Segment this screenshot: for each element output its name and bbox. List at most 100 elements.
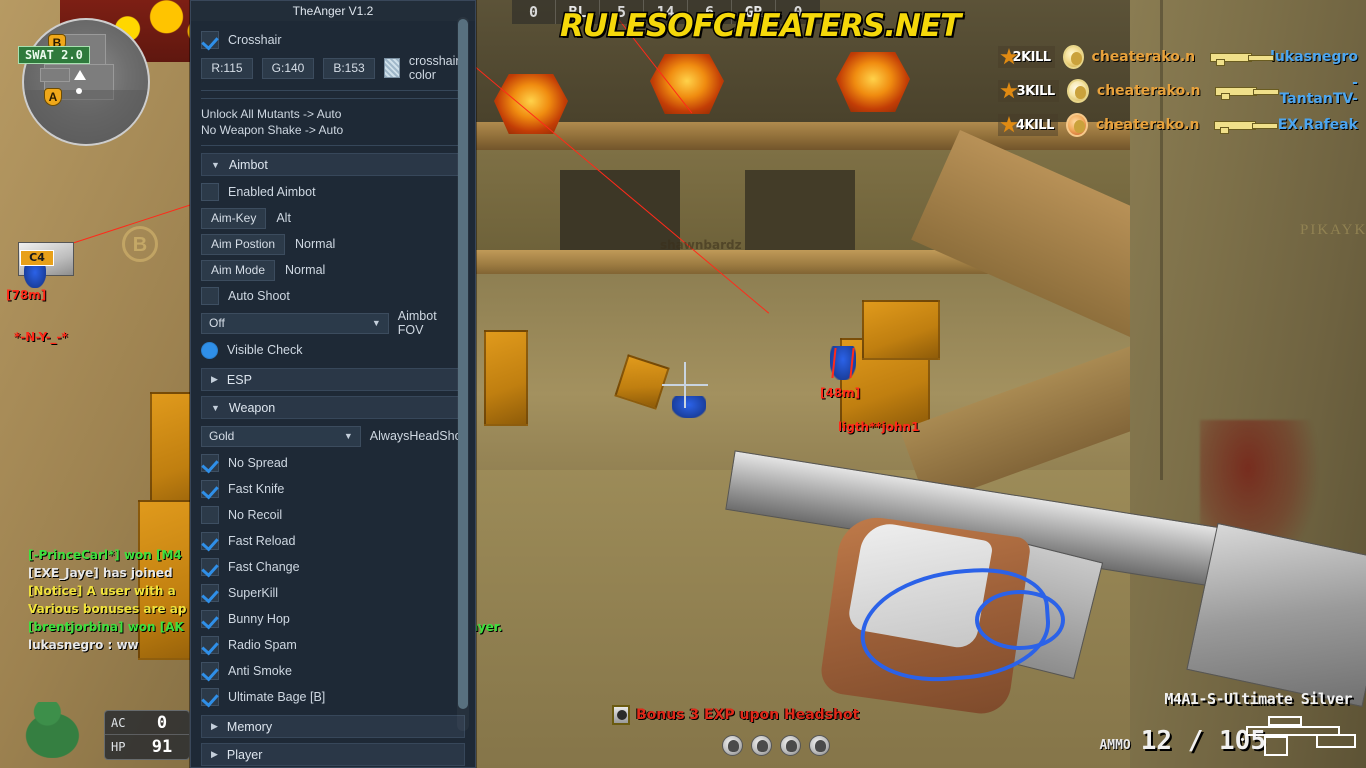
option-row-visible-check[interactable]: Visible Check <box>201 337 465 363</box>
player-class-avatar <box>14 700 102 766</box>
killfeed-row: 2KILL cheaterako.n lukasnegro <box>998 44 1358 70</box>
killfeed-killer: cheaterako.n <box>1095 117 1200 133</box>
dropdown-gold[interactable]: Gold ▼ <box>201 425 361 447</box>
minimap-objective-dot <box>76 88 82 94</box>
option-row-radio-spam[interactable]: Radio Spam <box>201 632 465 658</box>
option-row-aim-postion[interactable]: Aim Postion Normal <box>201 231 465 257</box>
button-aim-mode[interactable]: Aim Mode <box>201 259 276 281</box>
checkbox-ultimate-bage-b[interactable] <box>201 688 219 706</box>
option-label: No Spread <box>228 456 288 470</box>
section-title: Weapon <box>228 400 276 415</box>
armor-value: 0 <box>156 712 168 733</box>
cheat-menu-title: TheAnger V1.2 <box>292 4 374 18</box>
kill-skull-indicators <box>722 735 830 756</box>
killfeed-row: 3KILL cheaterako.n -TantanTV- <box>998 75 1358 107</box>
option-row-aimbot-fov[interactable]: Off ▼ Aimbot FOV <box>201 309 465 337</box>
option-label: Fast Reload <box>228 534 296 548</box>
option-row-fast-change[interactable]: Fast Change <box>201 554 465 580</box>
checkbox-no-recoil[interactable] <box>201 506 219 524</box>
section-header-memory[interactable]: ▶ Memory <box>201 715 465 738</box>
section-header-player[interactable]: ▶ Player <box>201 743 465 766</box>
option-label: Fast Change <box>228 560 300 574</box>
checkbox-superkill[interactable] <box>201 584 219 602</box>
crosshair-blue-button[interactable]: B:153 <box>323 57 375 79</box>
option-row-aim-key[interactable]: Aim-Key Alt <box>201 205 465 231</box>
checkbox-no-spread[interactable] <box>201 454 219 472</box>
star-icon <box>1000 82 1018 99</box>
checkbox-radio-spam[interactable] <box>201 636 219 654</box>
static-option-line: Unlock All Mutants -> Auto <box>201 107 342 121</box>
checkbox-fast-knife[interactable] <box>201 480 219 498</box>
crosshair-checkbox[interactable] <box>201 31 219 49</box>
checkbox-auto-shoot[interactable] <box>201 287 219 305</box>
crosshair-toggle-row[interactable]: Crosshair <box>201 27 465 53</box>
checkbox-fast-reload[interactable] <box>201 532 219 550</box>
option-row-fast-reload[interactable]: Fast Reload <box>201 528 465 554</box>
chevron-right-icon: ▶ <box>211 721 218 731</box>
option-row-alwaysheadshot[interactable]: Gold ▼ AlwaysHeadShot <box>201 422 465 450</box>
crosshair-color-swatch[interactable] <box>384 58 400 78</box>
section-header-esp[interactable]: ▶ ESP <box>201 368 465 391</box>
option-value: Alt <box>276 211 291 225</box>
site-watermark: RULESOFCHEATERS.NET <box>559 7 963 46</box>
checkbox-enabled-aimbot[interactable] <box>201 183 219 201</box>
health-label: HP <box>111 740 126 754</box>
minimap-player-arrow <box>74 70 86 80</box>
option-label: Auto Shoot <box>228 289 290 303</box>
killfeed-victim: EX.Rafeak <box>1277 117 1358 133</box>
section-header-aimbot[interactable]: ▼ Aimbot <box>201 153 465 176</box>
cheat-menu-window[interactable]: TheAnger V1.2 Crosshair R:115 G:140 B:15… <box>190 0 476 768</box>
option-row-auto-shoot[interactable]: Auto Shoot <box>201 283 465 309</box>
checkbox-anti-smoke[interactable] <box>201 662 219 680</box>
killstreak-label: 4KILL <box>1015 117 1055 133</box>
esp-distance-c4: [78m] <box>6 288 47 302</box>
checkbox-bunny-hop[interactable] <box>201 610 219 628</box>
option-row-superkill[interactable]: SuperKill <box>201 580 465 606</box>
option-row-no-recoil[interactable]: No Recoil <box>201 502 465 528</box>
crosshair-color-row[interactable]: R:115 G:140 B:153 crosshair color <box>201 53 465 83</box>
killfeed-killer: cheaterako.n <box>1096 83 1201 99</box>
checkbox-fast-change[interactable] <box>201 558 219 576</box>
dropdown-value: Off <box>209 316 225 330</box>
option-row-aim-mode[interactable]: Aim Mode Normal <box>201 257 465 283</box>
cheat-menu-scrollbar[interactable] <box>457 17 469 731</box>
esp-player-name-ny: *-N-Y-_-* <box>14 330 68 344</box>
option-row-enabled-aimbot[interactable]: Enabled Aimbot <box>201 179 465 205</box>
crosshair-red-button[interactable]: R:115 <box>201 57 253 79</box>
scene-lantern <box>836 52 910 112</box>
killstreak-label: 3KILL <box>1016 83 1056 99</box>
killfeed-row: 4KILL cheaterako.n EX.Rafeak <box>998 112 1358 138</box>
option-row-fast-knife[interactable]: Fast Knife <box>201 476 465 502</box>
cheat-sections[interactable]: ▼ Aimbot Enabled Aimbot Aim-Key Alt Aim Posti… <box>201 153 465 766</box>
dropdown-value: Gold <box>209 429 235 443</box>
divider <box>201 98 465 99</box>
rifle-icon <box>1209 49 1274 66</box>
option-row-no-spread[interactable]: No Spread <box>201 450 465 476</box>
scrollbar-thumb[interactable] <box>458 19 468 709</box>
section-title: Player <box>226 747 263 762</box>
minimap-site-a: A <box>44 88 62 106</box>
scene-crate <box>484 330 528 426</box>
button-aim-postion[interactable]: Aim Postion <box>201 233 286 255</box>
option-row-anti-smoke[interactable]: Anti Smoke <box>201 658 465 684</box>
option-label: Anti Smoke <box>228 664 292 678</box>
rifle-icon <box>1214 83 1279 100</box>
crosshair <box>662 362 708 408</box>
option-row-ultimate-bage-b[interactable]: Ultimate Bage [B] <box>201 684 465 710</box>
section-title: Aimbot <box>228 157 268 172</box>
option-row-bunny-hop[interactable]: Bunny Hop <box>201 606 465 632</box>
health-value: 91 <box>151 737 173 757</box>
section-header-weapon[interactable]: ▼ Weapon <box>201 396 465 419</box>
rifle-icon <box>1213 117 1278 134</box>
skull-icon <box>780 735 801 756</box>
crosshair-green-button[interactable]: G:140 <box>262 57 314 79</box>
button-aim-key[interactable]: Aim-Key <box>201 207 267 229</box>
scoreboard-value-0: 0 <box>512 0 556 24</box>
esp-distance-enemy: [48m] <box>820 386 861 400</box>
option-label: Visible Check <box>227 343 303 357</box>
radio-visible-check[interactable] <box>201 341 218 359</box>
dropdown-off[interactable]: Off ▼ <box>201 312 389 334</box>
armor-label: AC <box>111 715 126 730</box>
cheat-menu-body[interactable]: Crosshair R:115 G:140 B:153 crosshair co… <box>191 21 475 767</box>
killstreak-badge: 2KILL <box>998 46 1055 68</box>
